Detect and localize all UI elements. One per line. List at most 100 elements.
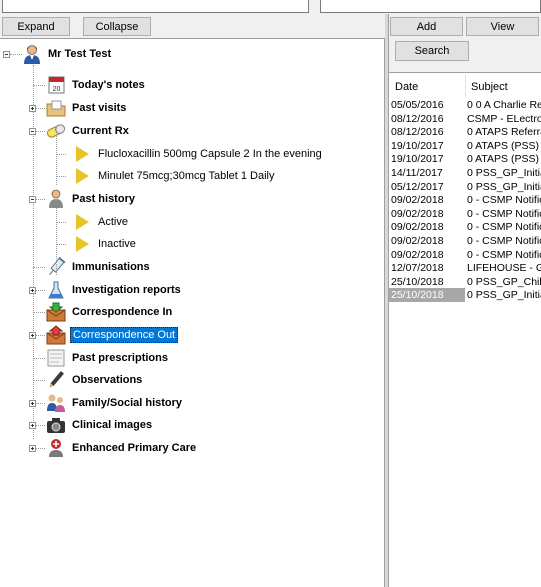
row-date: 09/02/2018 xyxy=(391,221,444,234)
correspondence-out-icon xyxy=(46,325,66,345)
list-row[interactable]: 19/10/2017 0 ATAPS (PSS) xyxy=(389,139,541,153)
list-row[interactable]: 08/12/2016 CSMP - ELectron xyxy=(389,112,541,126)
triangle-icon xyxy=(76,236,89,252)
top-left-field[interactable] xyxy=(2,0,309,13)
expand-button[interactable]: Expand xyxy=(2,17,70,36)
column-header-subject[interactable]: Subject xyxy=(471,81,508,93)
row-subject: 0 - CSMP Notific xyxy=(467,221,541,234)
row-subject: 0 PSS_GP_Initia xyxy=(467,289,541,302)
epc-icon xyxy=(49,439,63,457)
prescriptions-icon xyxy=(47,349,65,367)
tree-item-label[interactable]: Current Rx xyxy=(70,124,131,138)
expand-toggle[interactable] xyxy=(29,400,36,407)
list-row[interactable]: 09/02/2018 0 - CSMP Notific xyxy=(389,248,541,262)
row-subject: 0 PSS_GP_Child xyxy=(467,275,541,288)
search-button[interactable]: Search xyxy=(395,41,469,61)
row-date: 12/07/2018 xyxy=(391,262,444,275)
list-row[interactable]: 09/02/2018 0 - CSMP Notific xyxy=(389,193,541,207)
family-icon xyxy=(47,394,65,412)
expand-toggle[interactable] xyxy=(29,422,36,429)
folder-icon xyxy=(46,100,66,117)
row-subject: 0 ATAPS (PSS) xyxy=(467,153,539,166)
list-row[interactable]: 25/10/2018 0 PSS_GP_Child xyxy=(389,275,541,289)
list-row[interactable]: 09/02/2018 0 - CSMP Notific xyxy=(389,234,541,248)
tree-item-label[interactable]: Investigation reports xyxy=(70,283,183,297)
tree-subitem-label[interactable]: Active xyxy=(98,216,128,228)
tree-item-label[interactable]: Correspondence In xyxy=(70,305,174,319)
tree-item-label[interactable]: Enhanced Primary Care xyxy=(70,441,198,455)
list-row[interactable]: 19/10/2017 0 ATAPS (PSS) xyxy=(389,152,541,166)
row-subject: 0 - CSMP Notific xyxy=(467,248,541,261)
tree-subitem-label[interactable]: Minulet 75mcg;30mcg Tablet 1 Daily xyxy=(98,170,275,182)
row-subject: 0 - CSMP Notific xyxy=(467,235,541,247)
list-row[interactable]: 05/12/2017 0 PSS_GP_Initia xyxy=(389,180,541,194)
row-date: 25/10/2018 xyxy=(391,275,444,288)
triangle-icon xyxy=(76,146,89,162)
row-date: 19/10/2017 xyxy=(391,153,444,166)
patient-name[interactable]: Mr Test Test xyxy=(46,47,113,61)
row-date: 05/12/2017 xyxy=(391,180,444,193)
correspondence-list[interactable]: Date Subject 05/05/2016 0 0 A Charlie Ref… xyxy=(389,72,541,587)
top-right-field[interactable] xyxy=(320,0,541,13)
row-subject: 0 PSS_GP_Initia xyxy=(467,167,541,179)
pen-icon xyxy=(49,371,64,388)
correspondence-in-icon xyxy=(46,302,66,322)
tree-item-label[interactable]: Past prescriptions xyxy=(70,351,170,365)
expand-toggle[interactable] xyxy=(29,105,36,112)
tree-item-label[interactable]: Today's notes xyxy=(70,78,147,92)
camera-icon xyxy=(47,418,65,433)
column-separator[interactable] xyxy=(465,75,466,97)
list-row[interactable]: 09/02/2018 0 - CSMP Notific xyxy=(389,220,541,234)
tree-item-label[interactable]: Past history xyxy=(70,192,137,206)
tree-item-label[interactable]: Immunisations xyxy=(70,260,152,274)
row-subject: CSMP - ELectron xyxy=(467,112,541,125)
tree-item-label[interactable]: Family/Social history xyxy=(70,396,184,410)
expand-toggle[interactable] xyxy=(29,445,36,452)
tree-subitem-label[interactable]: Inactive xyxy=(98,238,136,250)
view-button[interactable]: View xyxy=(466,17,539,36)
row-subject: 0 PSS_GP_Initia xyxy=(467,180,541,193)
add-button[interactable]: Add xyxy=(390,17,463,36)
calendar-icon: 20 xyxy=(48,76,65,94)
row-subject: 0 - CSMP Notific xyxy=(467,207,541,220)
row-date: 05/05/2016 xyxy=(391,99,444,111)
collapse-toggle[interactable] xyxy=(3,51,10,58)
list-row[interactable]: 08/12/2016 0 ATAPS Referral xyxy=(389,125,541,139)
row-date: 19/10/2017 xyxy=(391,139,444,152)
row-date: 09/02/2018 xyxy=(391,207,444,220)
collapse-button[interactable]: Collapse xyxy=(83,17,151,36)
list-row[interactable]: 12/07/2018 LIFEHOUSE - G xyxy=(389,261,541,275)
expand-toggle[interactable] xyxy=(29,332,36,339)
row-subject: 0 - CSMP Notific xyxy=(467,194,541,207)
tree-item-label[interactable]: Clinical images xyxy=(70,418,154,432)
triangle-icon xyxy=(76,214,89,230)
person-history-icon xyxy=(49,189,63,208)
list-row[interactable]: 05/05/2016 0 0 A Charlie Ref xyxy=(389,98,541,112)
flask-icon xyxy=(48,281,64,299)
list-row[interactable]: 09/02/2018 0 - CSMP Notific xyxy=(389,207,541,221)
row-subject: 0 ATAPS Referral xyxy=(467,126,541,139)
row-subject: 0 0 A Charlie Ref xyxy=(467,99,541,111)
tree-item-label[interactable]: Observations xyxy=(70,373,144,387)
row-date: 09/02/2018 xyxy=(391,248,444,261)
row-date: 09/02/2018 xyxy=(391,235,444,247)
list-row[interactable]: 25/10/2018 0 PSS_GP_Initia xyxy=(389,288,541,303)
row-date: 14/11/2017 xyxy=(391,167,443,179)
triangle-icon xyxy=(76,168,89,184)
list-row[interactable]: 14/11/2017 0 PSS_GP_Initia xyxy=(389,166,541,180)
row-date: 09/02/2018 xyxy=(391,194,444,207)
patient-icon xyxy=(24,45,40,64)
patient-tree[interactable]: Mr Test Test 20 Today's notes Past visits C… xyxy=(0,38,385,587)
collapse-toggle[interactable] xyxy=(29,128,36,135)
collapse-toggle[interactable] xyxy=(29,196,36,203)
tree-subitem-label[interactable]: Flucloxacillin 500mg Capsule 2 In the ev… xyxy=(98,148,322,160)
row-date: 08/12/2016 xyxy=(391,112,444,125)
row-date: 08/12/2016 xyxy=(391,126,444,139)
column-header-date[interactable]: Date xyxy=(395,81,418,93)
row-subject: 0 ATAPS (PSS) xyxy=(467,139,539,152)
tree-item-label[interactable]: Correspondence Out xyxy=(70,327,179,343)
row-date: 25/10/2018 xyxy=(389,288,465,303)
expand-toggle[interactable] xyxy=(29,287,36,294)
tree-item-label[interactable]: Past visits xyxy=(70,101,128,115)
svg-text:20: 20 xyxy=(53,86,61,93)
